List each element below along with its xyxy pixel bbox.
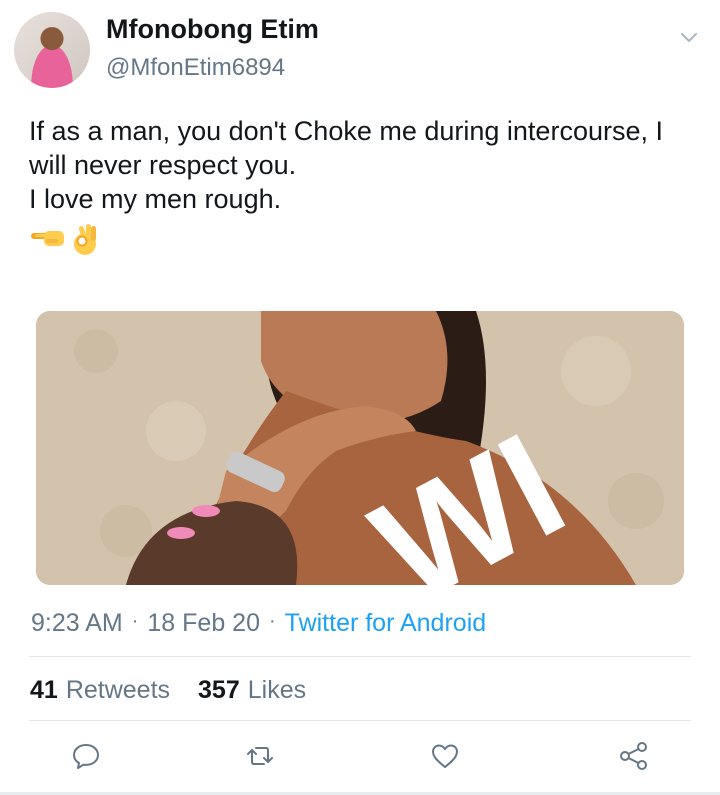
author-handle[interactable]: @MfonEtim6894	[106, 54, 285, 82]
tweet-date: 18 Feb 20	[147, 609, 260, 637]
tweet-emojis	[29, 222, 99, 256]
tweet-line: If as a man, you don't Choke me during i…	[29, 116, 663, 146]
reply-icon[interactable]	[70, 740, 102, 772]
photo-illustration: WI	[36, 311, 684, 585]
likes-label[interactable]: Likes	[248, 676, 306, 705]
avatar[interactable]	[14, 12, 90, 88]
divider	[29, 656, 691, 657]
backhand-index-pointing-left-icon	[31, 231, 64, 246]
likes-count[interactable]: 357	[198, 676, 240, 705]
separator-dot: ·	[269, 610, 276, 632]
tweet-stats: 41 Retweets 357 Likes	[30, 676, 306, 705]
tweet-source-link[interactable]: Twitter for Android	[285, 609, 486, 638]
chevron-down-icon[interactable]	[678, 26, 700, 48]
divider	[29, 720, 691, 721]
author-name[interactable]: Mfonobong Etim	[106, 14, 319, 45]
share-icon[interactable]	[618, 740, 650, 772]
like-icon[interactable]	[429, 740, 461, 772]
tweet-media-image[interactable]: WI	[36, 311, 684, 585]
tweet-meta: 9:23 AM · 18 Feb 20 · Twitter for Androi…	[31, 609, 486, 638]
tweet-line: will never respect you.	[29, 150, 297, 180]
retweets-count[interactable]: 41	[30, 676, 58, 705]
tweet-time: 9:23 AM	[31, 609, 123, 637]
retweet-icon[interactable]	[244, 740, 276, 772]
tweet-text: If as a man, you don't Choke me during i…	[29, 114, 719, 216]
retweets-label[interactable]: Retweets	[66, 676, 170, 705]
separator-dot: ·	[131, 610, 139, 632]
ok-hand-icon	[74, 224, 96, 255]
tweet-line: I love my men rough.	[29, 184, 282, 214]
